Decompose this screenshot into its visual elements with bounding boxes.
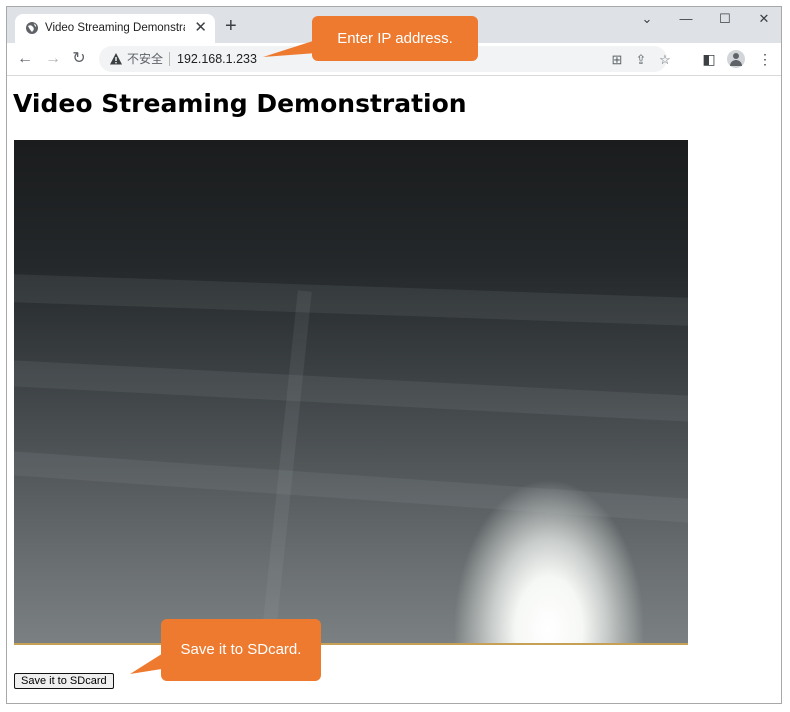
warning-triangle-icon — [110, 53, 122, 65]
address-separator — [169, 52, 170, 66]
ceiling-beam — [14, 451, 688, 523]
ceiling-beam — [14, 274, 688, 326]
browser-window: Video Streaming Demonstration ✕ + ⌄ — ☐ … — [6, 6, 782, 704]
new-tab-button[interactable]: + — [225, 15, 237, 37]
ceiling-rafter — [260, 290, 312, 645]
close-window-button[interactable]: ✕ — [754, 11, 774, 27]
globe-icon — [26, 22, 38, 34]
ceiling-beam — [14, 360, 688, 422]
save-to-sdcard-button[interactable]: Save it to SDcard — [14, 673, 114, 689]
menu-kebab-icon[interactable]: ⋮ — [755, 49, 775, 69]
maximize-button[interactable]: ☐ — [715, 11, 735, 27]
not-secure-label[interactable]: 不安全 — [127, 52, 163, 67]
reload-icon[interactable]: ↻ — [69, 49, 89, 69]
url-text[interactable]: 192.168.1.233 — [177, 52, 257, 67]
tab-title: Video Streaming Demonstration — [45, 22, 185, 34]
video-stream — [14, 140, 688, 645]
tab-search-chevron-icon[interactable]: ⌄ — [637, 11, 657, 27]
close-tab-icon[interactable]: ✕ — [194, 18, 207, 38]
page-title: Video Streaming Demonstration — [13, 89, 467, 118]
ip-address-callout: Enter IP address. — [312, 16, 478, 61]
sdcard-callout: Save it to SDcard. — [161, 619, 321, 681]
back-arrow-icon[interactable]: ← — [15, 49, 35, 69]
forward-arrow-icon[interactable]: → — [43, 49, 63, 69]
share-icon[interactable]: ⇪ — [633, 52, 649, 68]
translate-icon[interactable]: ⊞ — [609, 52, 625, 68]
minimize-button[interactable]: — — [676, 11, 696, 27]
video-bottom-edge — [14, 643, 688, 645]
tab-video-streaming[interactable]: Video Streaming Demonstration ✕ — [15, 14, 215, 43]
profile-avatar-icon[interactable] — [727, 50, 745, 68]
bookmark-star-icon[interactable]: ☆ — [657, 52, 673, 68]
side-panel-icon[interactable]: ◧ — [699, 49, 719, 69]
page-content: Video Streaming Demonstration Save it to… — [7, 76, 781, 703]
